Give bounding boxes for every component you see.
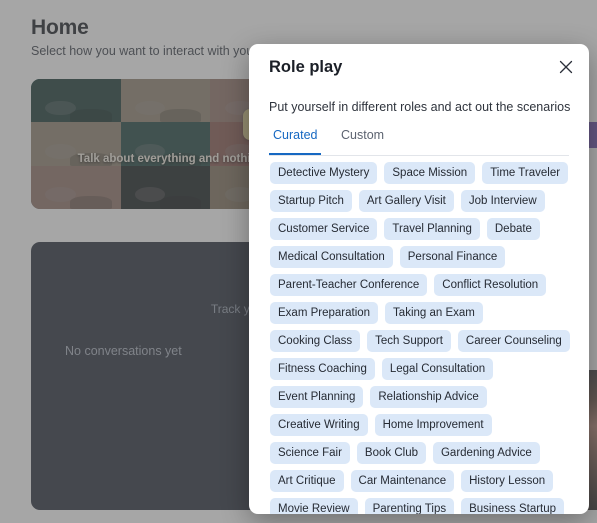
scenario-chip[interactable]: Personal Finance: [399, 246, 506, 268]
dialog-tabs: Curated Custom: [269, 128, 569, 156]
scenario-chip[interactable]: Movie Review: [270, 498, 358, 514]
scenario-chip[interactable]: Medical Consultation: [270, 246, 393, 268]
scenario-chip[interactable]: Detective Mystery: [270, 162, 378, 184]
scenario-chip[interactable]: Taking an Exam: [385, 302, 483, 324]
scenario-chip[interactable]: History Lesson: [461, 470, 554, 492]
scenario-chip[interactable]: Fitness Coaching: [270, 358, 375, 380]
scenario-chip[interactable]: Job Interview: [460, 190, 545, 212]
scenario-chip[interactable]: Book Club: [356, 442, 426, 464]
scenario-chip[interactable]: Car Maintenance: [350, 470, 455, 492]
scenario-chip[interactable]: Time Traveler: [482, 162, 569, 184]
scenario-chip[interactable]: Science Fair: [270, 442, 350, 464]
role-play-dialog: Role play Put yourself in different role…: [249, 44, 589, 514]
scenario-chip[interactable]: Gardening Advice: [432, 442, 540, 464]
scenario-chip[interactable]: Creative Writing: [270, 414, 368, 436]
scenario-chip[interactable]: Exam Preparation: [270, 302, 379, 324]
scenario-chip[interactable]: Conflict Resolution: [434, 274, 547, 296]
scenario-chip-list: Detective Mystery Space Mission Time Trave…: [270, 162, 570, 514]
scenario-chip[interactable]: Travel Planning: [384, 218, 480, 240]
tab-custom[interactable]: Custom: [337, 128, 388, 155]
scenario-chip[interactable]: Parent-Teacher Conference: [270, 274, 428, 296]
scenario-chip[interactable]: Debate: [486, 218, 540, 240]
scenario-chip[interactable]: Event Planning: [270, 386, 364, 408]
scenario-chip[interactable]: Legal Consultation: [381, 358, 494, 380]
scenario-chip[interactable]: Customer Service: [270, 218, 378, 240]
close-icon[interactable]: [553, 54, 579, 80]
scenario-chip[interactable]: Business Startup: [461, 498, 565, 514]
scenario-chip[interactable]: Home Improvement: [374, 414, 492, 436]
dialog-title: Role play: [269, 58, 343, 76]
scenario-chip[interactable]: Tech Support: [367, 330, 451, 352]
scenario-chip[interactable]: Cooking Class: [270, 330, 361, 352]
scenario-chip[interactable]: Startup Pitch: [270, 190, 352, 212]
tab-curated[interactable]: Curated: [269, 128, 322, 155]
scenario-chip[interactable]: Space Mission: [384, 162, 476, 184]
dialog-description: Put yourself in different roles and act …: [269, 100, 571, 114]
scenario-chip[interactable]: Art Critique: [270, 470, 344, 492]
scenario-chip[interactable]: Parenting Tips: [364, 498, 455, 514]
scenario-chip[interactable]: Relationship Advice: [370, 386, 487, 408]
scenario-chip[interactable]: Art Gallery Visit: [358, 190, 454, 212]
scenario-chip[interactable]: Career Counseling: [457, 330, 570, 352]
